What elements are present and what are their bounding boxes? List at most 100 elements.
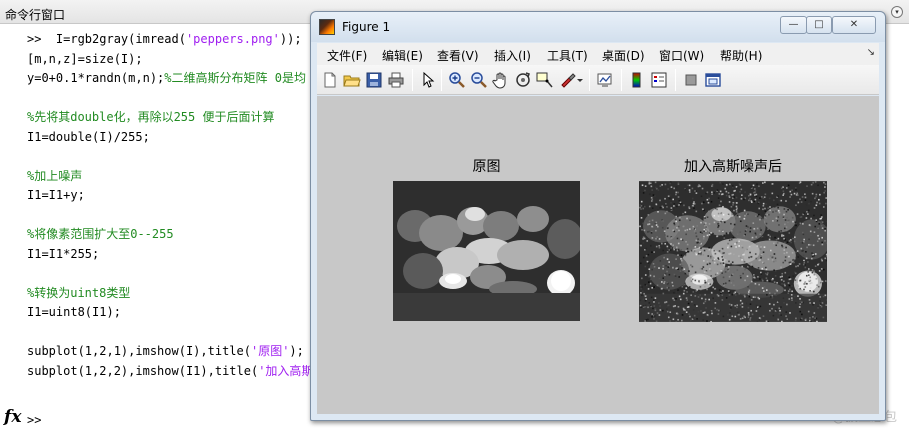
- noise-pixel: [746, 294, 748, 297]
- noise-pixel: [675, 215, 678, 218]
- original-image[interactable]: [393, 181, 580, 321]
- noise-pixel: [799, 310, 802, 313]
- noise-pixel: [654, 181, 657, 184]
- noise-pixel: [749, 227, 752, 229]
- noise-pixel: [797, 265, 799, 267]
- noise-pixel: [703, 260, 705, 262]
- minimize-button[interactable]: —: [780, 16, 807, 34]
- noise-pixel: [649, 278, 652, 281]
- show-plot-tools-icon[interactable]: [704, 71, 722, 89]
- noise-pixel: [659, 185, 662, 187]
- noise-pixel: [704, 217, 706, 219]
- zoom-out-icon[interactable]: [470, 71, 488, 89]
- noise-pixel: [692, 309, 695, 311]
- brush-dropdown-icon[interactable]: [576, 71, 584, 89]
- save-icon[interactable]: [365, 71, 383, 89]
- noise-pixel: [648, 268, 651, 270]
- noise-pixel: [719, 272, 722, 274]
- noise-pixel: [695, 290, 698, 292]
- brush-icon[interactable]: [558, 71, 576, 89]
- menu-tools[interactable]: 工具(T): [547, 47, 588, 64]
- new-file-icon[interactable]: [321, 71, 339, 89]
- noise-pixel: [693, 230, 696, 233]
- menu-insert[interactable]: 插入(I): [494, 47, 531, 64]
- noise-pixel: [708, 268, 711, 270]
- noise-pixel: [753, 191, 755, 194]
- noise-pixel: [702, 237, 705, 240]
- menu-desktop[interactable]: 桌面(D): [602, 47, 645, 64]
- command-prompt[interactable]: >>: [27, 413, 41, 427]
- noise-pixel: [744, 279, 746, 282]
- menu-help[interactable]: 帮助(H): [720, 47, 762, 64]
- noise-pixel: [651, 189, 653, 191]
- menu-bar: 文件(F) 编辑(E) 查看(V) 插入(I) 工具(T) 桌面(D) 窗口(W…: [317, 43, 879, 65]
- noise-pixel: [739, 256, 742, 259]
- noise-pixel: [817, 285, 820, 288]
- noise-pixel: [807, 310, 810, 313]
- print-icon[interactable]: [387, 71, 405, 89]
- noise-pixel: [756, 245, 759, 247]
- noise-pixel: [763, 255, 766, 257]
- menu-window[interactable]: 窗口(W): [659, 47, 704, 64]
- noise-pixel: [784, 223, 786, 226]
- noise-pixel: [739, 220, 742, 223]
- noise-pixel: [665, 203, 667, 205]
- figure-canvas[interactable]: 原图 加入高斯噪声后: [317, 96, 879, 414]
- noise-pixel: [783, 301, 785, 304]
- noise-pixel: [708, 223, 711, 225]
- toolbar-separator: [621, 69, 622, 91]
- menu-file[interactable]: 文件(F): [327, 47, 367, 64]
- fx-icon[interactable]: fx: [4, 407, 21, 427]
- toolbar-separator: [441, 69, 442, 91]
- noise-pixel: [736, 233, 739, 236]
- noise-pixel: [817, 293, 820, 295]
- noise-pixel: [730, 304, 733, 306]
- noise-pixel: [654, 309, 657, 312]
- rotate-3d-icon[interactable]: [514, 71, 532, 89]
- link-plot-icon[interactable]: [596, 71, 614, 89]
- open-folder-icon[interactable]: [343, 71, 361, 89]
- menu-overflow-icon[interactable]: ↘: [867, 47, 875, 58]
- noise-pixel: [721, 234, 724, 237]
- noise-pixel: [652, 203, 654, 206]
- noise-pixel: [717, 223, 719, 225]
- noise-pixel: [810, 217, 812, 220]
- zoom-in-icon[interactable]: [448, 71, 466, 89]
- maximize-button[interactable]: □: [806, 16, 832, 34]
- noise-pixel: [735, 208, 738, 211]
- pan-hand-icon[interactable]: [492, 71, 510, 89]
- noise-pixel: [748, 289, 751, 292]
- close-button[interactable]: ✕: [832, 16, 876, 34]
- noise-pixel: [816, 240, 819, 243]
- figure-titlebar[interactable]: Figure 1 — □ ✕: [311, 12, 885, 42]
- data-cursor-icon[interactable]: [536, 71, 554, 89]
- menu-view[interactable]: 查看(V): [437, 47, 479, 64]
- noise-pixel: [706, 216, 709, 219]
- noise-pixel: [750, 320, 753, 322]
- noise-pixel: [812, 181, 814, 184]
- noise-pixel: [695, 192, 698, 194]
- code-text: [m,n,z]=size(I);: [27, 51, 143, 66]
- noise-pixel: [727, 266, 730, 268]
- noise-pixel: [713, 214, 716, 217]
- noise-pixel: [791, 252, 794, 254]
- noise-pixel: [749, 312, 752, 315]
- noise-pixel: [654, 186, 657, 189]
- hide-plot-tools-icon[interactable]: [682, 71, 700, 89]
- noise-pixel: [686, 229, 689, 231]
- legend-icon[interactable]: [650, 71, 668, 89]
- noisy-image[interactable]: [639, 181, 827, 322]
- noise-pixel: [645, 247, 647, 250]
- noise-pixel: [737, 212, 739, 215]
- noise-pixel: [714, 302, 717, 304]
- select-arrow-icon[interactable]: [419, 71, 437, 89]
- colorbar-icon[interactable]: [628, 71, 646, 89]
- noise-pixel: [640, 287, 642, 290]
- menu-edit[interactable]: 编辑(E): [382, 47, 423, 64]
- noise-pixel: [688, 313, 690, 315]
- noise-pixel: [696, 225, 699, 227]
- collapse-icon[interactable]: ▾: [891, 6, 903, 18]
- noise-pixel: [716, 189, 719, 192]
- noise-pixel: [811, 192, 814, 195]
- noise-pixel: [662, 206, 664, 209]
